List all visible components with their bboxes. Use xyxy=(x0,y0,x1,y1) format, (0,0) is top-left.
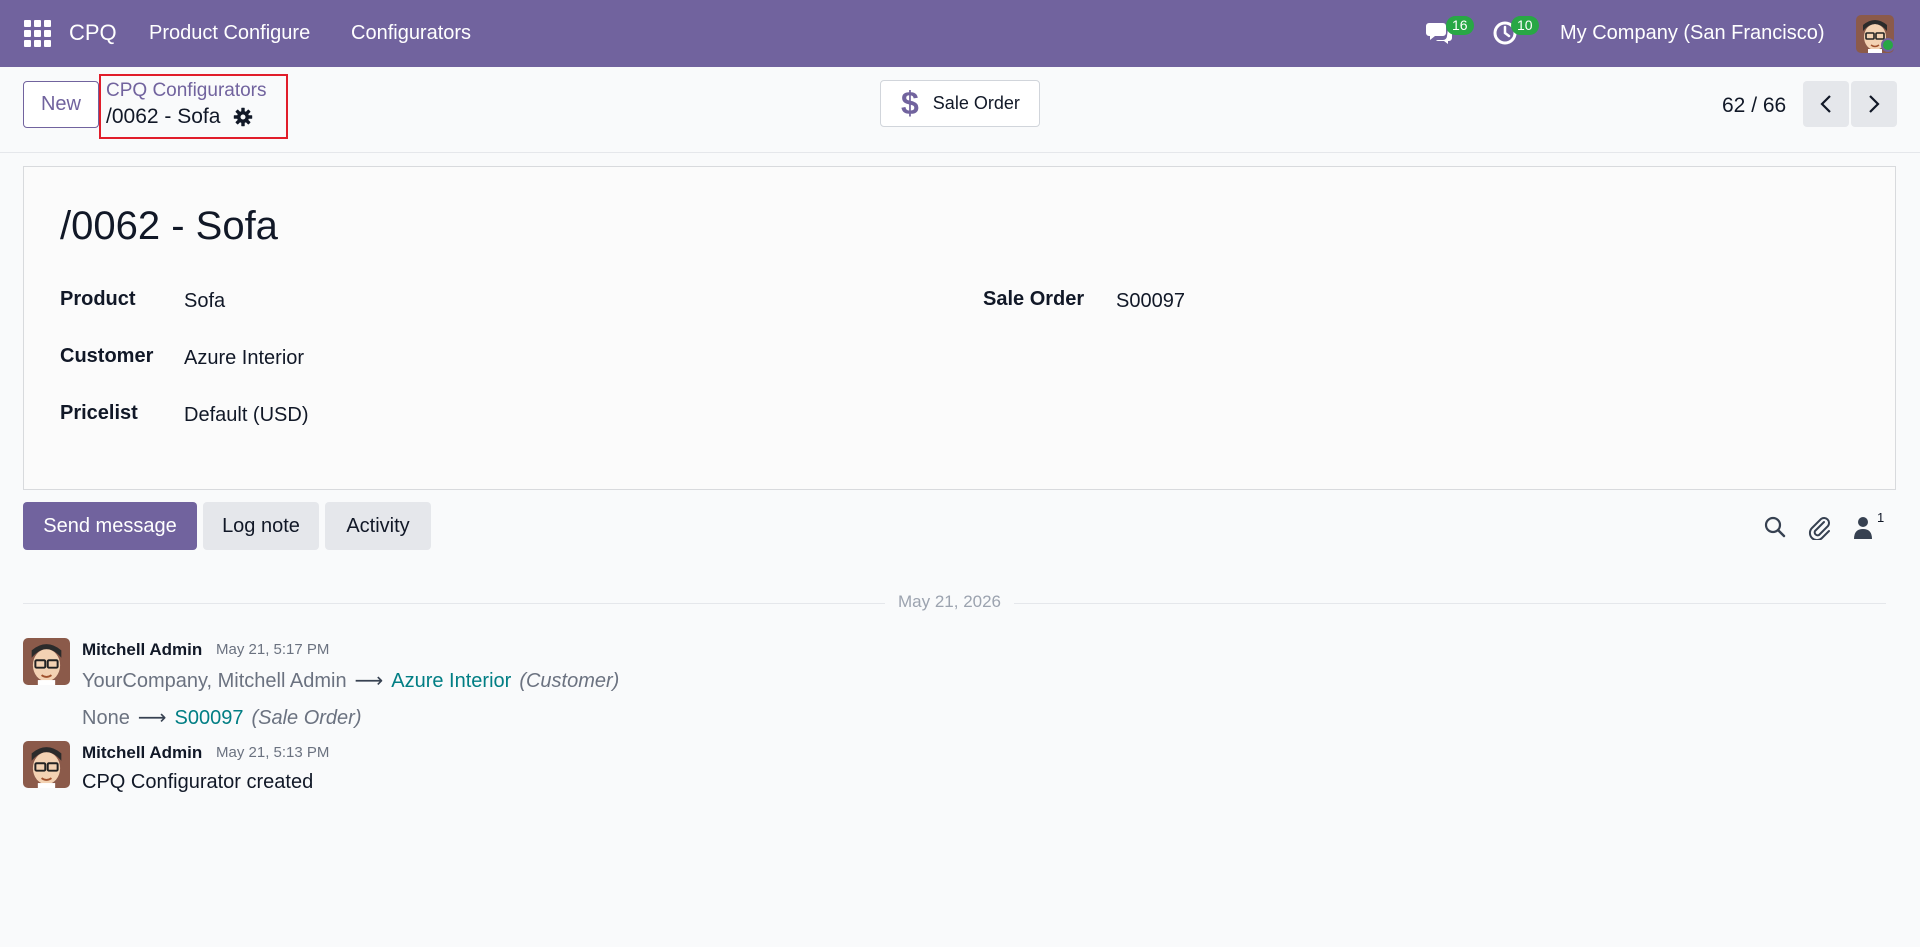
form-sheet: /0062 - Sofa Product Sofa Customer Azure… xyxy=(23,166,1896,490)
tracking-field-name: (Sale Order) xyxy=(251,707,362,729)
sale-order-button-label: Sale Order xyxy=(932,93,1020,113)
dollar-icon: $ xyxy=(901,85,919,121)
tracking-old-value: None xyxy=(82,707,130,729)
online-status-dot xyxy=(1881,38,1895,52)
product-field[interactable]: Sofa xyxy=(184,290,225,313)
tracking-new-value[interactable]: Azure Interior xyxy=(391,670,511,692)
menu-product-configure[interactable]: Product Configure xyxy=(149,22,310,45)
breadcrumb-parent-link[interactable]: CPQ Configurators xyxy=(106,80,267,102)
breadcrumb: CPQ Configurators /0062 - Sofa xyxy=(99,74,288,139)
apps-menu-icon[interactable] xyxy=(24,20,51,47)
chevron-right-icon xyxy=(1869,95,1880,113)
activities-badge: 10 xyxy=(1511,16,1539,35)
arrow-right-icon: ⟶ xyxy=(137,707,167,729)
message-author[interactable]: Mitchell Admin xyxy=(82,640,202,660)
send-message-button[interactable]: Send message xyxy=(23,502,197,550)
pricelist-field[interactable]: Default (USD) xyxy=(184,404,308,427)
avatar[interactable] xyxy=(23,741,70,788)
activity-button[interactable]: Activity xyxy=(325,502,431,550)
tracking-change: YourCompany, Mitchell Admin ⟶ Azure Interi… xyxy=(82,668,619,693)
messages-badge: 16 xyxy=(1446,16,1474,35)
pager-value[interactable]: 62 / 66 xyxy=(1722,94,1786,118)
gear-icon[interactable] xyxy=(233,107,253,127)
date-separator: May 21, 2026 xyxy=(885,592,1015,612)
tracking-change: None ⟶ S00097 (Sale Order) xyxy=(82,705,361,730)
pager-next-button[interactable] xyxy=(1851,81,1897,127)
arrow-right-icon: ⟶ xyxy=(354,670,384,692)
message-date: May 21, 5:17 PM xyxy=(216,641,330,658)
control-panel: New CPQ Configurators /0062 - Sofa $ Sal… xyxy=(0,67,1920,153)
message-body: CPQ Configurator created xyxy=(82,771,314,793)
message-date: May 21, 5:13 PM xyxy=(216,744,330,761)
breadcrumb-current: /0062 - Sofa xyxy=(106,105,221,128)
avatar[interactable] xyxy=(23,638,70,685)
customer-label: Customer xyxy=(60,345,154,367)
tracking-field-name: (Customer) xyxy=(519,670,620,692)
message-author[interactable]: Mitchell Admin xyxy=(82,743,202,763)
company-switcher[interactable]: My Company (San Francisco) xyxy=(1560,22,1825,45)
tracking-old-value: YourCompany, Mitchell Admin xyxy=(82,670,347,692)
menu-configurators[interactable]: Configurators xyxy=(351,22,471,45)
followers-icon[interactable] xyxy=(1852,514,1878,540)
sale-order-field[interactable]: S00097 xyxy=(1116,290,1185,313)
product-label: Product xyxy=(60,288,136,310)
sale-order-label: Sale Order xyxy=(983,288,1085,310)
record-title: /0062 - Sofa xyxy=(60,204,278,248)
sale-order-smart-button[interactable]: $ Sale Order xyxy=(880,80,1040,127)
chevron-left-icon xyxy=(1820,95,1831,113)
tracking-new-value[interactable]: S00097 xyxy=(174,707,243,729)
search-icon[interactable] xyxy=(1762,514,1788,540)
app-brand[interactable]: CPQ xyxy=(69,20,117,46)
new-button[interactable]: New xyxy=(23,81,99,128)
paperclip-icon[interactable] xyxy=(1806,514,1832,542)
pricelist-label: Pricelist xyxy=(60,402,138,424)
pager-previous-button[interactable] xyxy=(1803,81,1849,127)
customer-field[interactable]: Azure Interior xyxy=(184,347,304,370)
log-note-button[interactable]: Log note xyxy=(203,502,319,550)
followers-count: 1 xyxy=(1877,510,1885,525)
top-navbar: CPQ Product Configure Configurators 16 1… xyxy=(0,0,1920,67)
